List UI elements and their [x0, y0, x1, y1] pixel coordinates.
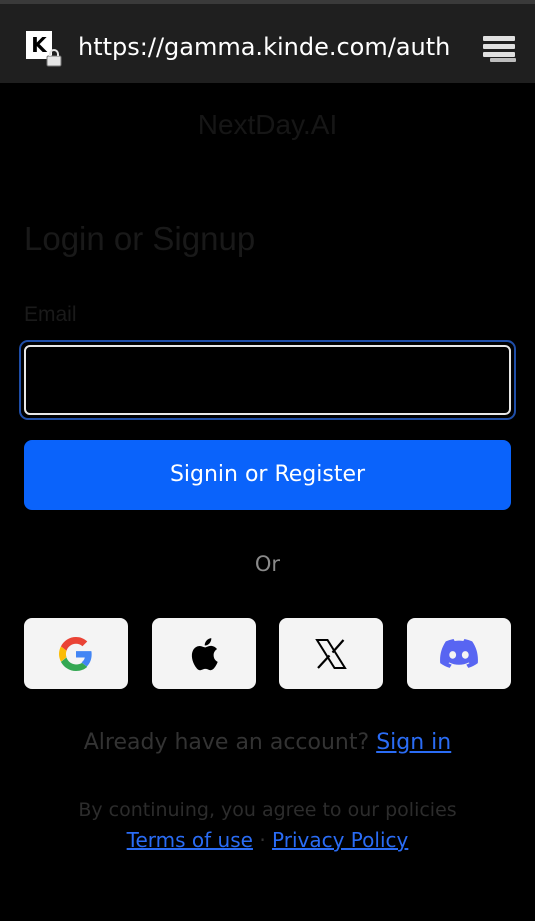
tabs-menu-icon[interactable]	[482, 34, 518, 64]
account-prompt: Already have an account? Sign in	[0, 729, 535, 757]
x-icon	[315, 638, 347, 669]
brand-name: NextDay.AI	[197, 109, 338, 140]
email-field-focus-ring	[19, 340, 516, 420]
apple-icon	[191, 637, 218, 670]
apple-signin-button[interactable]	[152, 618, 256, 689]
terms-of-use-link[interactable]: Terms of use	[127, 828, 253, 852]
account-prompt-text: Already have an account?	[83, 730, 370, 755]
privacy-policy-link[interactable]: Privacy Policy	[272, 828, 408, 852]
lock-icon	[46, 49, 62, 67]
discord-icon	[440, 639, 478, 668]
url-text[interactable]: https://gamma.kinde.com/auth	[78, 31, 450, 63]
or-divider: Or	[254, 552, 281, 576]
google-signin-button[interactable]	[24, 618, 128, 689]
link-separator: ·	[259, 828, 266, 852]
discord-signin-button[interactable]	[407, 618, 511, 689]
google-icon	[59, 636, 92, 671]
email-label: Email	[24, 303, 77, 326]
email-field[interactable]	[24, 345, 511, 415]
policy-links: Terms of use · Privacy Policy	[0, 827, 535, 853]
x-signin-button[interactable]	[279, 618, 383, 689]
browser-address-bar: K https://gamma.kinde.com/auth	[0, 0, 535, 83]
policy-text: By continuing, you agree to our policies	[78, 799, 457, 821]
sign-in-link[interactable]: Sign in	[376, 730, 451, 755]
site-security-icon[interactable]: K	[26, 31, 62, 67]
signin-or-register-button[interactable]: Signin or Register	[24, 440, 511, 510]
page-title: Login or Signup	[24, 220, 256, 257]
